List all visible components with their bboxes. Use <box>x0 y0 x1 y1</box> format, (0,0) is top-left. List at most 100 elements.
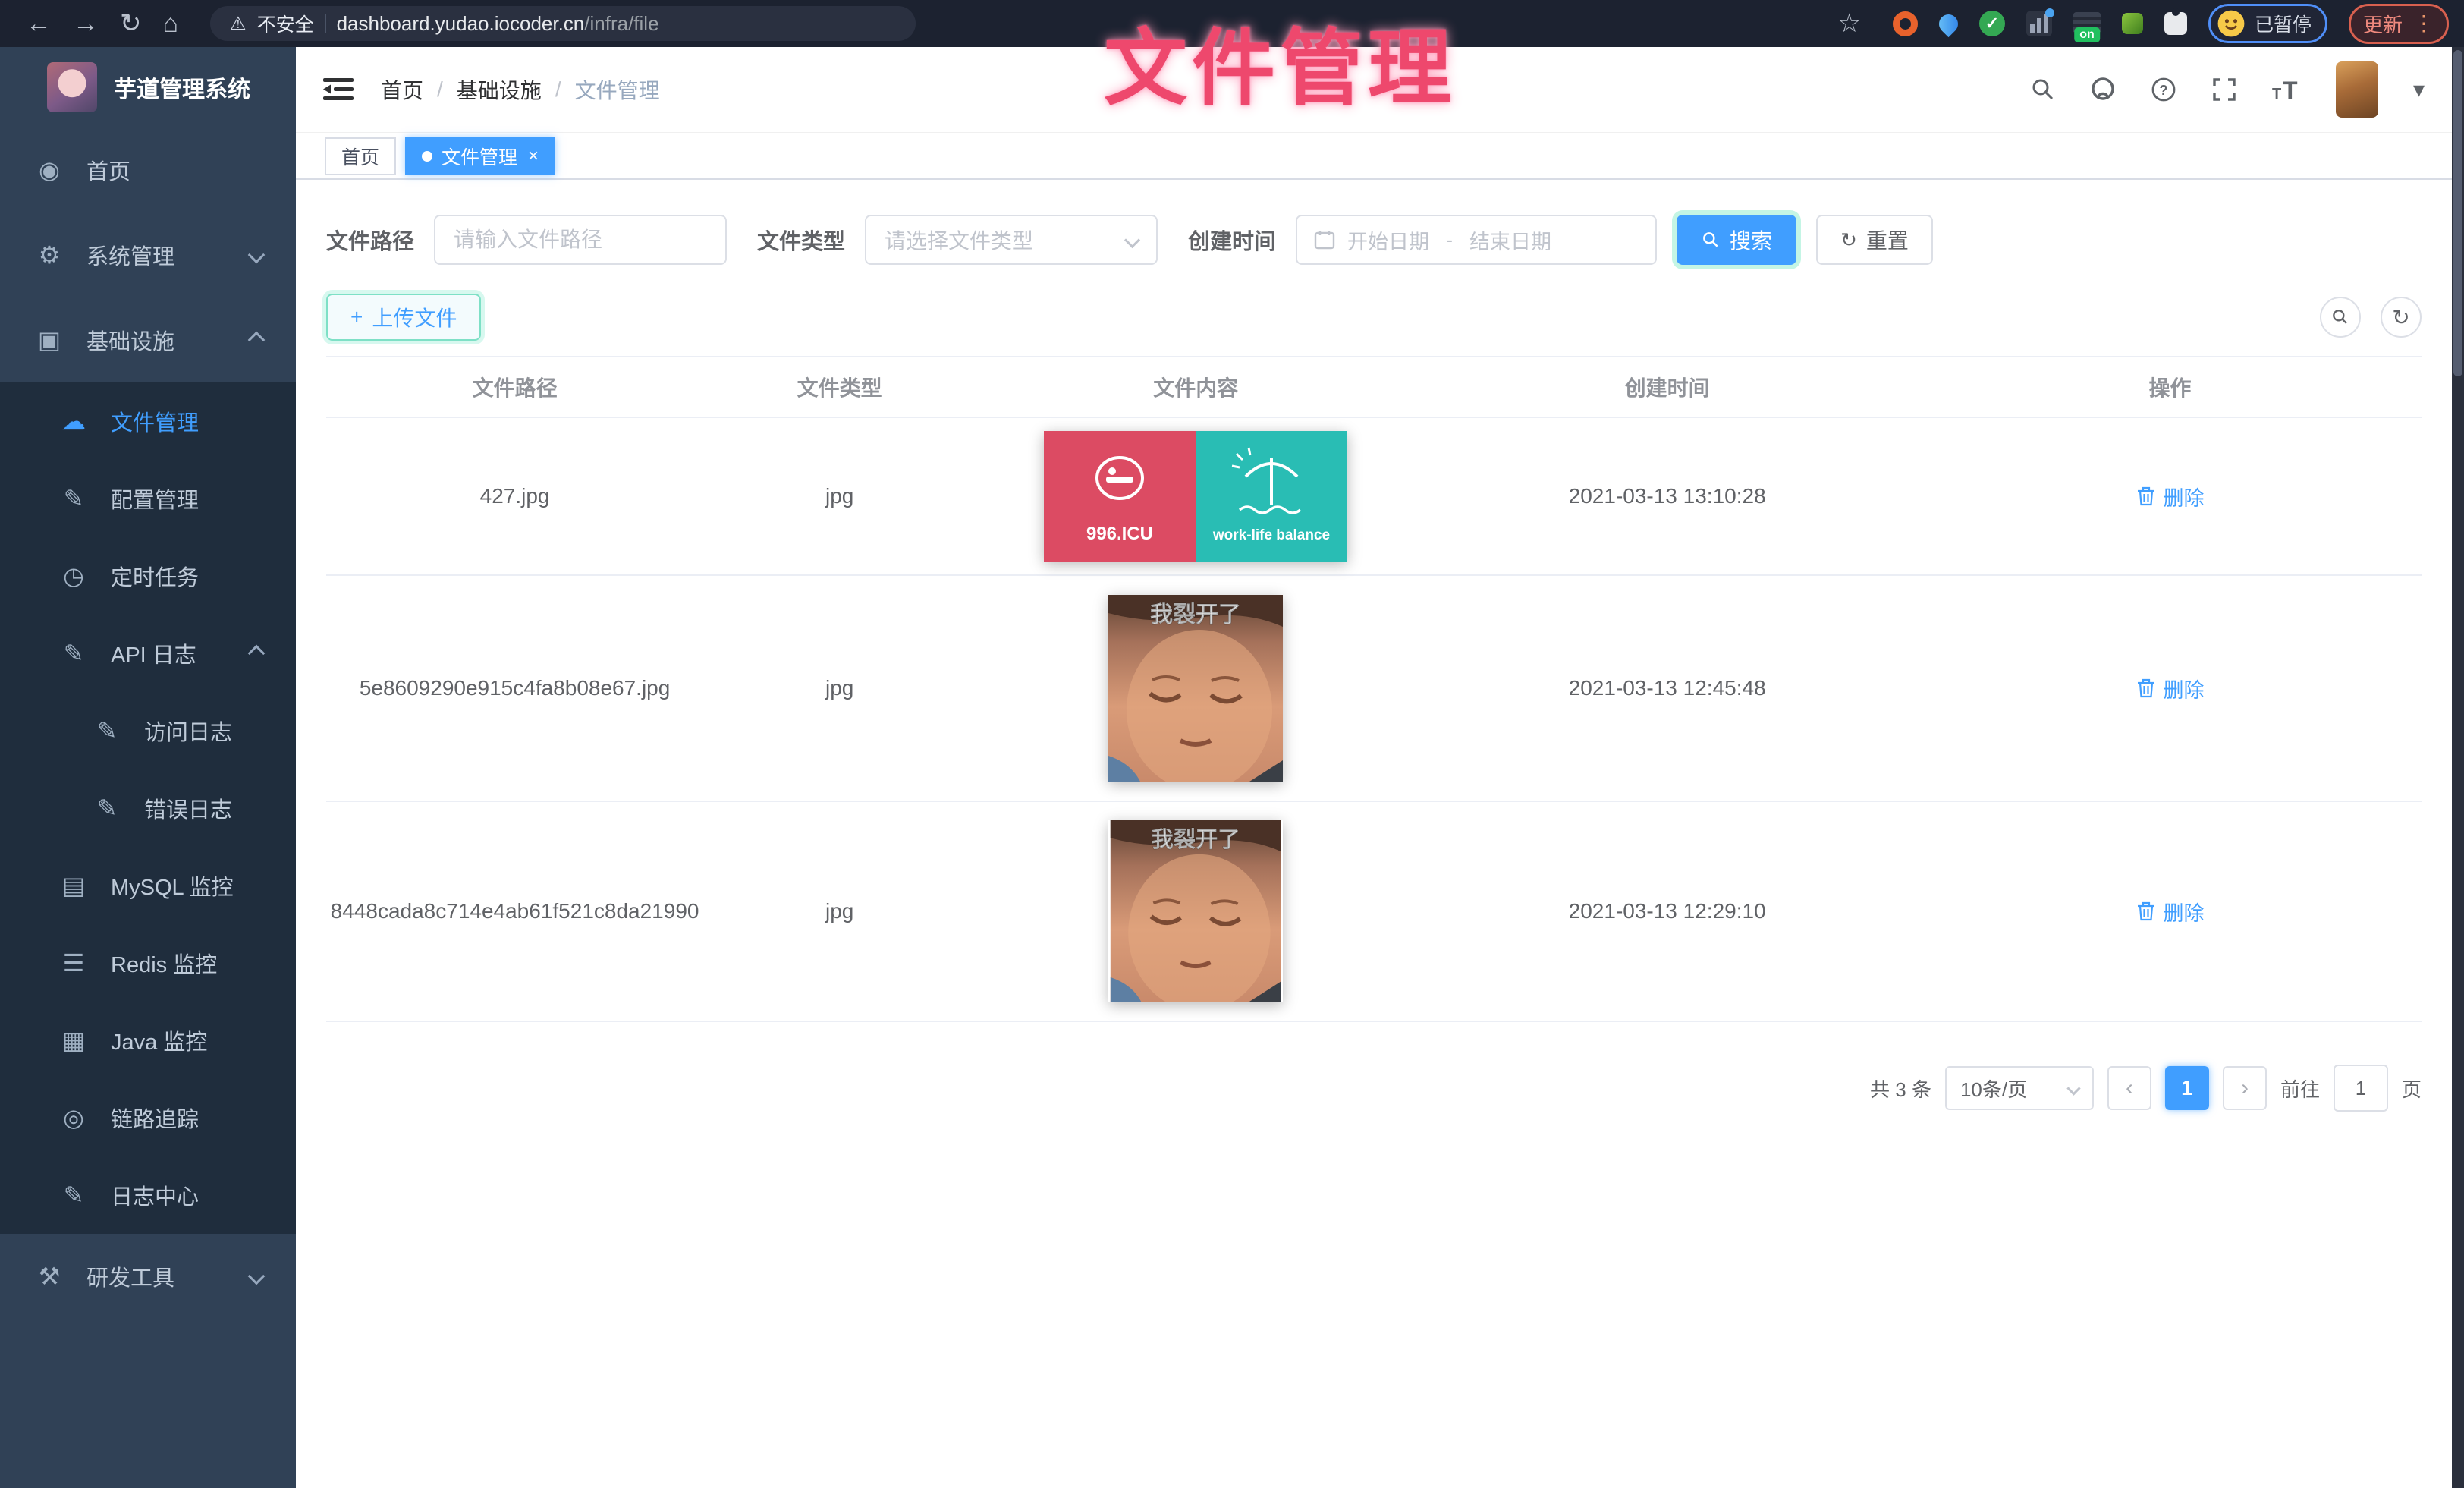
search-button[interactable]: 搜索 <box>1677 215 1796 265</box>
profile-paused-chip[interactable]: 已暂停 <box>2208 4 2327 43</box>
file-path-cell: 5e8609290e915c4fa8b08e67.jpg <box>326 676 703 700</box>
scrollbar[interactable] <box>2452 47 2464 1488</box>
scrollbar-thumb[interactable] <box>2453 50 2462 376</box>
prev-page-button[interactable]: ‹ <box>2107 1066 2151 1110</box>
sidebar-item-label: API 日志 <box>111 637 196 669</box>
back-icon[interactable] <box>26 0 52 47</box>
gear-icon <box>32 241 67 269</box>
meme-image[interactable]: 我裂开了 <box>1108 595 1283 782</box>
insecure-warning-icon <box>230 13 247 35</box>
breadcrumb-infrastructure[interactable]: 基础设施 <box>457 74 542 105</box>
extension-leaf-icon[interactable] <box>2122 13 2143 34</box>
forward-icon[interactable] <box>73 0 99 47</box>
avatar-caret-icon[interactable] <box>2413 77 2425 103</box>
extension-drop-icon[interactable] <box>1935 10 1962 36</box>
toolbar-row: + 上传文件 <box>326 294 2422 341</box>
sidebar-item-dev-tools[interactable]: 研发工具 <box>0 1234 296 1319</box>
extension-gear-icon[interactable] <box>1893 11 1918 36</box>
github-icon[interactable] <box>2088 75 2117 104</box>
banner-right-text: work-life balance <box>1212 527 1330 543</box>
tab-home[interactable]: 首页 <box>325 137 396 175</box>
996icu-banner-image[interactable]: 996.ICU work-life balance <box>1044 431 1347 562</box>
sidebar-item-home[interactable]: 首页 <box>0 127 296 212</box>
infrastructure-icon <box>32 326 67 354</box>
filter-form: 文件路径 文件类型 请选择文件类型 创建时间 开始日期 - 结束日期 <box>326 215 2422 265</box>
toggle-search-button[interactable] <box>2320 297 2361 338</box>
extension-switch-icon[interactable]: on <box>2073 12 2101 35</box>
goto-page-input[interactable] <box>2334 1065 2388 1112</box>
help-icon[interactable]: ? <box>2149 75 2178 104</box>
sidebar-item-tracing[interactable]: 链路追踪 <box>0 1079 296 1156</box>
create-time-label: 创建时间 <box>1188 224 1276 256</box>
user-avatar[interactable] <box>2336 61 2378 118</box>
extensions-puzzle-icon[interactable] <box>2164 12 2187 35</box>
browser-update-button[interactable]: 更新 <box>2349 4 2449 44</box>
home-icon[interactable] <box>163 0 179 47</box>
cloud-upload-icon <box>56 407 91 436</box>
sidebar-item-config[interactable]: 配置管理 <box>0 460 296 537</box>
bookmark-star-icon[interactable] <box>1837 0 1860 47</box>
browser-menu-icon[interactable] <box>2413 11 2434 36</box>
sidebar-item-file-management[interactable]: 文件管理 <box>0 382 296 460</box>
breadcrumb-home[interactable]: 首页 <box>381 74 423 105</box>
screen: 不安全 dashboard.yudao.iocoder.cn/infra/fil… <box>0 0 2464 1488</box>
sidebar-item-log-center[interactable]: 日志中心 <box>0 1156 296 1234</box>
upload-file-button[interactable]: + 上传文件 <box>326 294 481 341</box>
reload-icon[interactable] <box>120 0 142 47</box>
app-logo-row: 芋道管理系统 <box>0 47 296 127</box>
meme-image[interactable]: 我裂开了 <box>1108 820 1283 1002</box>
extension-check-icon[interactable]: ✓ <box>1979 11 2005 36</box>
page-unit-label: 页 <box>2402 1074 2422 1103</box>
actions-cell: 删除 <box>1919 482 2422 511</box>
sidebar-item-label: 配置管理 <box>111 483 199 514</box>
delete-button[interactable]: 删除 <box>2136 897 2205 926</box>
sidebar-item-system[interactable]: 系统管理 <box>0 212 296 297</box>
address-bar[interactable]: 不安全 dashboard.yudao.iocoder.cn/infra/fil… <box>210 6 916 41</box>
tab-bar: 首页 文件管理 × <box>296 133 2452 180</box>
sidebar-item-access-logs[interactable]: 访问日志 <box>0 692 296 769</box>
sidebar-item-scheduled-jobs[interactable]: 定时任务 <box>0 537 296 615</box>
current-page[interactable]: 1 <box>2165 1066 2209 1110</box>
file-type-cell: jpg <box>703 676 976 700</box>
fullscreen-icon[interactable] <box>2210 75 2239 104</box>
url-path: /infra/file <box>584 12 658 35</box>
sidebar-item-infrastructure[interactable]: 基础设施 <box>0 297 296 382</box>
file-type-cell: jpg <box>703 484 976 508</box>
date-separator: - <box>1446 228 1453 252</box>
table-tools <box>2320 297 2422 338</box>
page-size-select[interactable]: 10条/页 <box>1945 1066 2094 1110</box>
delete-label: 删除 <box>2164 897 2205 926</box>
close-icon[interactable]: × <box>528 146 539 167</box>
extension-stats-icon[interactable] <box>2026 11 2052 36</box>
sidebar-item-label: MySQL 监控 <box>111 870 234 901</box>
next-page-button[interactable]: › <box>2223 1066 2267 1110</box>
file-type-select[interactable]: 请选择文件类型 <box>865 215 1158 265</box>
tab-file-management[interactable]: 文件管理 × <box>405 137 555 175</box>
sidebar-item-java-monitor[interactable]: Java 监控 <box>0 1002 296 1079</box>
total-count: 共 3 条 <box>1870 1074 1931 1103</box>
date-range-picker[interactable]: 开始日期 - 结束日期 <box>1296 215 1657 265</box>
sidebar-item-mysql-monitor[interactable]: MySQL 监控 <box>0 847 296 924</box>
log-icon <box>90 794 124 823</box>
sidebar-item-api-logs[interactable]: API 日志 <box>0 615 296 692</box>
font-size-icon[interactable]: TT <box>2271 75 2304 104</box>
sidebar-item-label: 基础设施 <box>86 324 174 356</box>
breadcrumb-current: 文件管理 <box>575 74 660 105</box>
clock-icon <box>56 562 91 590</box>
sidebar-item-redis-monitor[interactable]: Redis 监控 <box>0 924 296 1002</box>
edit-icon <box>56 484 91 513</box>
hamburger-icon[interactable] <box>323 77 354 102</box>
search-icon[interactable] <box>2029 76 2057 103</box>
delete-button[interactable]: 删除 <box>2136 674 2205 703</box>
refresh-table-button[interactable] <box>2381 297 2422 338</box>
pagination: 共 3 条 10条/页 ‹ 1 › 前往 页 <box>326 1065 2422 1112</box>
chevron-down-icon <box>248 247 266 264</box>
delete-button[interactable]: 删除 <box>2136 482 2205 511</box>
sidebar-item-error-logs[interactable]: 错误日志 <box>0 769 296 847</box>
column-header: 操作 <box>1919 372 2422 402</box>
search-icon <box>1701 230 1721 250</box>
file-path-input[interactable] <box>434 215 727 265</box>
reset-button[interactable]: 重置 <box>1816 215 1933 265</box>
goto-label: 前往 <box>2280 1074 2320 1103</box>
column-header: 文件路径 <box>326 372 703 402</box>
